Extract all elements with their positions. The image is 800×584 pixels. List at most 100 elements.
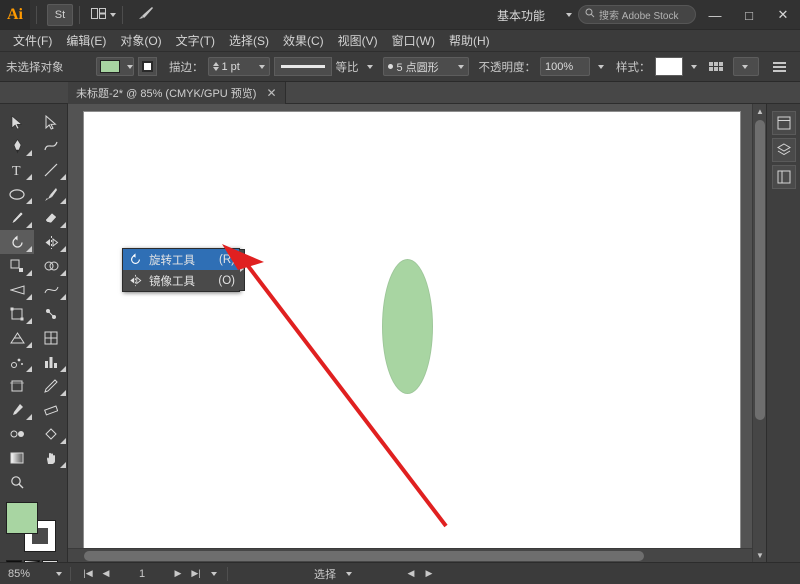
first-page-button[interactable]: |◀ [79,568,97,579]
document-tab[interactable]: 未标题-2* @ 85% (CMYK/GPU 预览) ✕ [68,82,286,104]
vertical-scroll-thumb[interactable] [755,120,765,420]
close-icon[interactable]: ✕ [266,86,276,100]
zoom-level-value[interactable]: 85% [0,568,52,580]
selection-tool[interactable] [0,110,34,134]
free-transform-tool[interactable] [0,302,34,326]
pen-tool[interactable] [0,134,34,158]
properties-panel-button[interactable] [772,111,796,135]
eyedropper-tool[interactable] [0,398,34,422]
main-area: T [0,104,800,562]
menu-effect[interactable]: 效果(C) [276,30,331,52]
page-chevron-down-icon[interactable] [211,572,217,576]
status-prev-button[interactable]: ◀ [402,568,420,579]
stroke-profile-preview[interactable] [274,57,332,76]
artboard-tool[interactable] [0,374,34,398]
warp-tool[interactable] [34,278,68,302]
pencil-tool[interactable] [0,206,34,230]
menu-object[interactable]: 对象(O) [113,30,168,52]
zoom-chevron-down-icon[interactable] [56,572,62,576]
menu-file[interactable]: 文件(F) [6,30,59,52]
chevron-down-icon[interactable] [367,65,373,69]
stock-search-box[interactable]: 搜索 Adobe Stock [578,5,696,24]
scroll-up-icon[interactable]: ▲ [753,104,767,118]
column-graph-tool[interactable] [34,350,68,374]
measure-tool[interactable] [34,398,68,422]
last-page-button[interactable]: ▶| [187,568,205,579]
arrange-icon [91,8,106,22]
brush-definition-value: 5 点圆形 [397,59,439,75]
line-segment-tool[interactable] [34,158,68,182]
graphic-style-swatch[interactable] [655,57,683,76]
menu-edit[interactable]: 编辑(E) [59,30,113,52]
workspace-label[interactable]: 基本功能 [497,7,545,24]
chevron-down-icon[interactable] [458,65,464,69]
opacity-field[interactable]: 100% [540,57,590,76]
vertical-scrollbar[interactable]: ▲ ▼ [752,104,766,562]
search-icon [585,8,595,21]
arrange-documents-button[interactable] [90,4,116,26]
ellipse-tool[interactable] [0,182,34,206]
live-paint-bucket-tool[interactable] [34,422,68,446]
fill-color-box[interactable] [6,502,38,534]
minimize-button[interactable]: — [698,0,732,30]
curvature-tool[interactable] [34,134,68,158]
rotate-tool[interactable] [0,230,34,254]
brush-button[interactable] [133,4,159,26]
menu-view[interactable]: 视图(V) [331,30,385,52]
divider [79,6,80,24]
menu-help[interactable]: 帮助(H) [442,30,497,52]
scale-tool[interactable] [0,254,34,278]
symbol-sprayer-tool[interactable] [0,350,34,374]
direct-selection-tool[interactable] [34,110,68,134]
stroke-weight-stepper[interactable] [213,62,219,71]
blend-tool[interactable] [0,422,34,446]
layers-panel-button[interactable] [772,138,796,162]
close-button[interactable]: ✕ [766,0,800,30]
transform-dropdown[interactable] [733,57,759,76]
menu-window[interactable]: 窗口(W) [385,30,442,52]
libraries-panel-button[interactable] [772,165,796,189]
chevron-down-icon[interactable] [259,65,265,69]
fill-color-control[interactable] [96,57,134,76]
align-grid-icon[interactable] [709,62,723,71]
mesh-tool[interactable] [34,326,68,350]
chevron-down-icon[interactable] [742,65,748,69]
slice-tool[interactable] [34,374,68,398]
horizontal-scroll-thumb[interactable] [84,551,644,561]
shape-builder-tool[interactable] [34,254,68,278]
maximize-button[interactable]: □ [732,0,766,30]
paintbrush-tool[interactable] [34,182,68,206]
chevron-down-icon[interactable] [127,65,133,69]
workspace-chevron-down-icon[interactable] [566,13,572,17]
next-page-button[interactable]: ▶ [169,568,187,579]
zoom-tool[interactable] [0,470,34,494]
reflect-tool[interactable] [34,230,68,254]
perspective-grid-tool[interactable] [0,326,34,350]
status-chevron-down-icon[interactable] [346,572,352,576]
status-next-button[interactable]: ▶ [420,568,438,579]
brush-definition-dropdown[interactable]: 5 点圆形 [383,57,469,76]
menu-select[interactable]: 选择(S) [222,30,276,52]
panel-options-icon[interactable] [773,62,786,72]
stock-button[interactable]: St [47,4,73,26]
status-bar: 85% |◀ ◀ 1 ▶ ▶| 选择 ◀ ▶ [0,562,800,584]
puppet-warp-tool[interactable] [34,302,68,326]
fill-swatch[interactable] [100,60,120,73]
type-tool[interactable]: T [0,158,34,182]
width-tool[interactable] [0,278,34,302]
canvas-area[interactable]: 旋转工具 (R) 镜像工具 (O) ▲ ▼ [68,104,766,562]
stroke-weight-field[interactable]: 1 pt [208,57,270,76]
gradient-tool[interactable] [0,446,34,470]
page-number-field[interactable]: 1 [115,568,169,580]
flyout-item-label: 镜像工具 [149,273,195,289]
chevron-down-icon[interactable] [598,65,604,69]
eraser-tool[interactable] [34,206,68,230]
stroke-color-control[interactable] [138,57,157,76]
scroll-down-icon[interactable]: ▼ [753,548,767,562]
prev-page-button[interactable]: ◀ [97,568,115,579]
stroke-label: 描边： [169,59,204,75]
menu-type[interactable]: 文字(T) [169,30,222,52]
chevron-down-icon[interactable] [691,65,697,69]
hand-tool[interactable] [34,446,68,470]
horizontal-scrollbar[interactable] [68,548,752,562]
